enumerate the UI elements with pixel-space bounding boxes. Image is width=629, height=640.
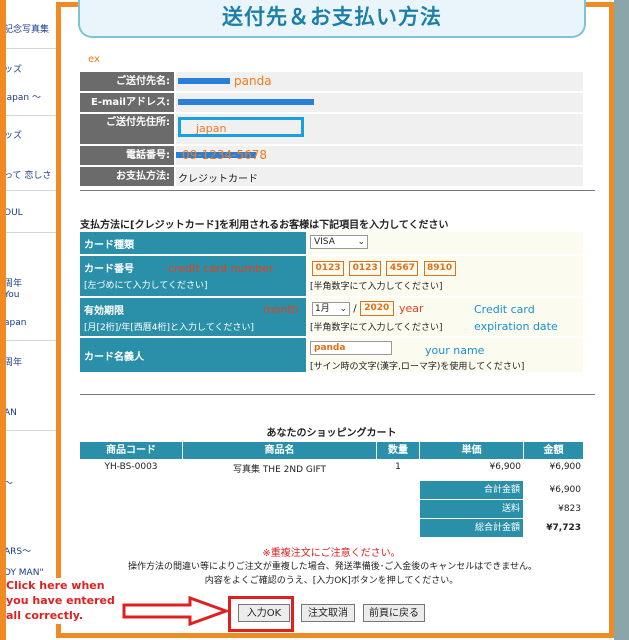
item-amount: ¥6,900 [549,462,582,472]
holder-label: カード名義人 [80,338,306,372]
item-name: 写真集 THE 2ND GIFT [232,465,327,475]
card-type-cell: VISA ⌄ [307,232,583,254]
phone-label: 電話番号: [80,146,174,165]
sidebar-item[interactable]: DY MAN" [4,568,44,578]
address-value: japan [176,114,583,144]
cart-title: あなたのショッピングカート [266,428,397,439]
holder-annotation: your name [425,344,485,357]
sidebar-divider [0,232,56,233]
example-label: ex [88,54,100,65]
slash-separator: / [353,303,357,315]
duplicate-order-warning: ※重複注文にご注意ください。 [262,548,401,559]
sidebar-item[interactable]: OUL [4,208,23,218]
shipping-value: ¥823 [558,504,581,514]
left-sidebar: 記念写真集 ッズ Japan ～ ッズ って 恋しさ OUL 周年 You ap… [0,0,56,640]
sidebar-item[interactable]: Japan ～ [4,90,41,103]
email-value [176,93,583,112]
name-value: panda [176,72,583,91]
notice-line-1: 操作方法の間違い等によりご注文が重複した場合、発送準備後･ご入金後のキャンセルは… [127,562,538,572]
payment-method-value: クレジットカード [176,167,583,186]
item-code: YH-BS-0003 [104,462,158,472]
sidebar-divider [0,190,56,191]
total-label: 総合計金額 [420,519,523,537]
address-text: japan [196,122,227,135]
sidebar-item[interactable]: You [4,290,20,300]
sidebar-item[interactable]: って 恋しさ [4,168,51,181]
subtotal-value: ¥6,900 [549,485,582,495]
subtotal-label: 合計金額 [420,481,523,499]
sidebar-divider [0,340,56,341]
address-label: ご送付先住所: [80,114,174,144]
col-header-code: 商品コード [80,442,182,459]
click-note-line3: all correctly. [6,609,84,622]
cancel-order-button[interactable]: 注文取消 [301,604,355,622]
payment-method-label: お支払方法: [80,167,174,186]
card-number-cell: 0123 0123 4567 8910 [半角数字にて入力してください] [307,256,583,296]
card-number-part-3[interactable]: 4567 [386,261,419,276]
expiry-note-line1: Credit card [474,303,535,316]
sidebar-divider [0,48,56,49]
card-number-part-1[interactable]: 0123 [312,261,344,276]
sidebar-item[interactable]: ARS～ [4,544,31,557]
click-instruction-note: Click here when you have entered all cor… [6,578,126,624]
card-number-sub: [左づめにて入力してください] [84,281,208,291]
page-title: 送付先＆お支払い方法 [222,5,442,29]
expiry-year-input[interactable]: 2020 [359,301,394,316]
payment-method-text: クレジットカード [178,174,258,185]
click-note-line2: you have entered [6,594,115,607]
sidebar-item[interactable]: ッズ [4,62,22,75]
right-scroll-strip [614,0,629,640]
sidebar-item[interactable]: ッズ [4,128,22,141]
redacted-email [178,99,314,105]
table-row: YH-BS-0003 写真集 THE 2ND GIFT 1 ¥6,900 ¥6,… [80,462,583,478]
back-button[interactable]: 前頁に戻る [363,604,425,622]
card-type-label: カード種類 [80,232,306,254]
page-title-banner: 送付先＆お支払い方法 [78,0,586,38]
sidebar-divider [0,430,56,431]
redacted-name [178,78,230,84]
card-number-part-4[interactable]: 8910 [423,261,456,276]
arrow-right-icon [122,596,230,626]
sidebar-item[interactable]: 周年 [4,276,22,289]
payment-intro: 支払方法に[クレジットカード]を利用されるお客様は下記項目を入力してください [80,220,449,231]
card-number-annotation: credit card number [168,262,274,275]
item-unit-price: ¥6,900 [489,462,522,472]
email-label: E-mailアドレス: [80,93,174,112]
total-value: ¥7,723 [546,523,581,533]
item-qty: 1 [395,462,401,472]
click-note-line1: Click here when [6,579,105,592]
chevron-down-icon: ⌄ [357,237,365,247]
holder-input[interactable]: panda [310,341,392,355]
col-header-unit: 単価 [420,442,523,459]
notice-line-2: 内容をよくご確認のうえ、[入力OK]ボタンを押してください。 [204,576,459,586]
phone-value: 09-1234-5678 [176,146,583,165]
section-divider [80,190,595,191]
year-annotation: year [398,302,424,315]
col-header-amount: 金額 [524,442,583,459]
ok-button[interactable]: 入力OK [238,604,290,622]
sidebar-item[interactable]: 周年 [4,355,22,368]
expiry-note-line2: expiration date [474,320,558,333]
sidebar-item[interactable]: apan [4,318,26,328]
expiry-sub: [月[2桁]/年[西暦4桁]と入力してください] [84,323,255,333]
chevron-down-icon: ⌄ [339,303,347,314]
col-header-qty: 数量 [377,442,419,459]
card-type-select[interactable]: VISA ⌄ [310,235,368,249]
name-label: ご送付先名: [80,72,174,91]
sidebar-divider [0,115,56,116]
phone-text: 09-1234-5678 [182,148,268,162]
col-header-name: 商品名 [183,442,376,459]
section-divider [80,394,595,395]
name-annotation: panda [234,74,272,88]
card-type-value: VISA [314,237,335,247]
holder-hint: [サイン時の文字(漢字,ローマ字)を使用してください] [310,362,525,372]
month-annotation: month [263,303,299,316]
orange-left-edge [0,0,6,640]
card-number-hint: [半角数字にて入力してください] [310,282,443,292]
expiry-month-select[interactable]: 1月 ⌄ [312,301,350,316]
shipping-label: 送料 [420,500,523,518]
card-number-part-2[interactable]: 0123 [349,261,382,276]
expiry-month-value: 1月 [315,303,330,314]
sidebar-item[interactable]: 記念写真集 [4,22,49,35]
